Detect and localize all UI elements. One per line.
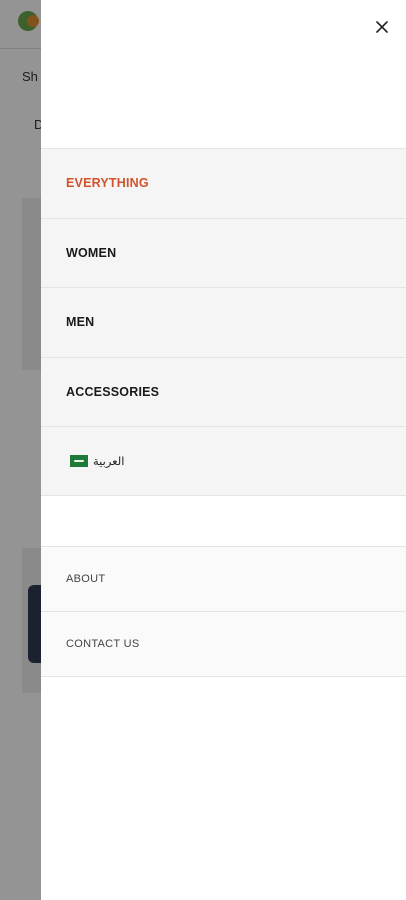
menu-item-men[interactable]: MEN xyxy=(41,288,406,358)
menu-item-label: MEN xyxy=(66,315,95,330)
menu-item-label: ABOUT xyxy=(66,573,106,585)
close-button[interactable] xyxy=(372,17,392,37)
saudi-flag-icon xyxy=(70,455,88,467)
language-switch-arabic[interactable]: العربية xyxy=(41,427,406,496)
menu-item-contact-us[interactable]: CONTACT US xyxy=(41,612,406,677)
menu-item-accessories[interactable]: ACCESSORIES xyxy=(41,358,406,427)
menu-item-label: CONTACT US xyxy=(66,638,140,650)
menu-item-everything[interactable]: EVERYTHING xyxy=(41,149,406,219)
menu-item-label: ACCESSORIES xyxy=(66,384,160,399)
menu-item-label: WOMEN xyxy=(66,245,117,260)
menu-item-label: EVERYTHING xyxy=(66,176,149,191)
primary-menu: EVERYTHING WOMEN MEN ACCESSORIES العربية xyxy=(41,148,406,496)
secondary-menu: ABOUT CONTACT US xyxy=(41,546,406,677)
close-icon xyxy=(376,21,388,33)
menu-item-women[interactable]: WOMEN xyxy=(41,219,406,288)
navigation-drawer: EVERYTHING WOMEN MEN ACCESSORIES العربية… xyxy=(41,0,406,900)
language-label: العربية xyxy=(93,454,125,468)
menu-item-about[interactable]: ABOUT xyxy=(41,547,406,612)
